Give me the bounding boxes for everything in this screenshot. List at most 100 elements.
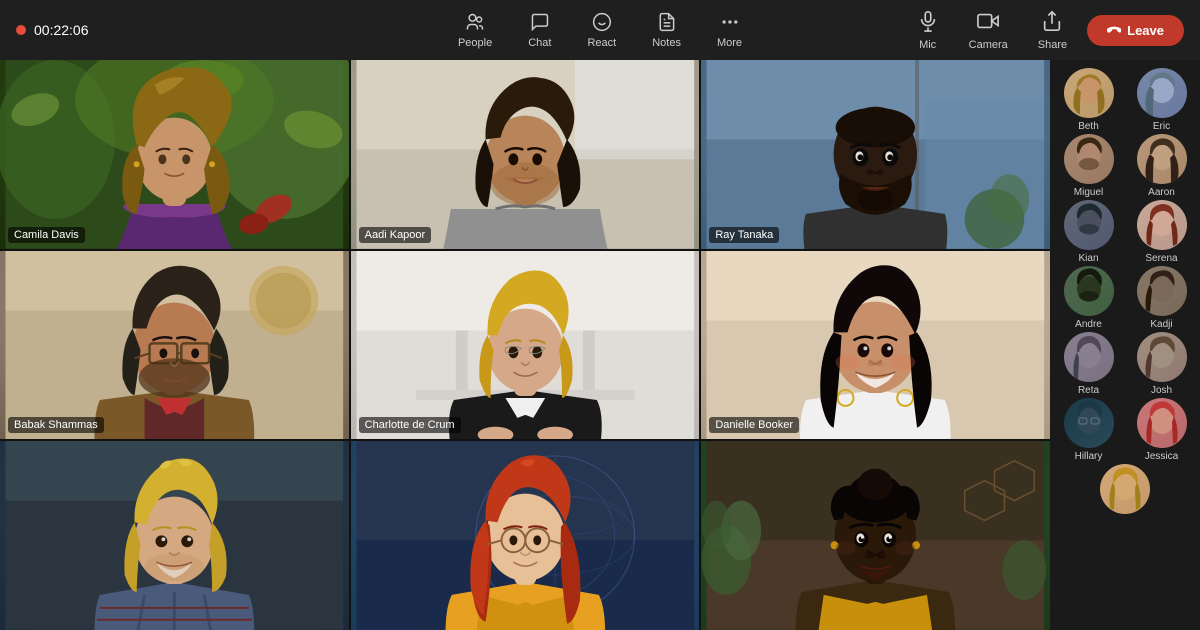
video-cell-guy[interactable] xyxy=(0,441,349,630)
sidebar-item-hillary[interactable]: Hillary xyxy=(1064,398,1114,462)
sidebar-row-2: Miguel Aaron xyxy=(1054,134,1196,198)
sidebar-item-reta[interactable]: Reta xyxy=(1064,332,1114,396)
avatar-avatar2 xyxy=(351,441,700,630)
share-icon xyxy=(1041,10,1063,37)
sidebar-row-5: Reta Josh xyxy=(1054,332,1196,396)
camera-button[interactable]: Camera xyxy=(959,4,1018,57)
more-label: More xyxy=(717,37,742,49)
sidebar-item-andre[interactable]: Andre xyxy=(1064,266,1114,330)
people-button[interactable]: People xyxy=(444,6,506,55)
avatar3-video xyxy=(701,441,1050,630)
avatar-camila xyxy=(0,60,349,249)
phone-icon xyxy=(1107,23,1121,37)
share-button[interactable]: Share xyxy=(1028,4,1077,57)
sidebar-avatar-kadji xyxy=(1137,266,1187,316)
sidebar-name-reta: Reta xyxy=(1078,385,1099,396)
sidebar-name-beth: Beth xyxy=(1078,121,1099,132)
sidebar-avatar-josh xyxy=(1137,332,1187,382)
leave-button[interactable]: Leave xyxy=(1087,15,1184,46)
video-cell-camila[interactable]: Camila Davis xyxy=(0,60,349,249)
sidebar-item-eric[interactable]: Eric xyxy=(1137,68,1187,132)
danielle-video xyxy=(701,251,1050,440)
sidebar-name-kadji: Kadji xyxy=(1150,319,1172,330)
chat-button[interactable]: Chat xyxy=(514,6,565,55)
sidebar-name-serena: Serena xyxy=(1145,253,1177,264)
react-button[interactable]: React xyxy=(573,6,630,55)
sidebar-avatar-aaron xyxy=(1137,134,1187,184)
leave-label: Leave xyxy=(1127,23,1164,38)
sidebar-item-jessica[interactable]: Jessica xyxy=(1137,398,1187,462)
sidebar-item-josh[interactable]: Josh xyxy=(1137,332,1187,396)
notes-icon xyxy=(657,12,677,35)
recording-indicator xyxy=(16,25,26,35)
chat-label: Chat xyxy=(528,37,551,49)
react-label: React xyxy=(587,37,616,49)
sidebar-avatar-andre xyxy=(1064,266,1114,316)
sidebar-avatar-kian xyxy=(1064,200,1114,250)
video-cell-danielle[interactable]: Danielle Booker xyxy=(701,251,1050,440)
avatar-ray xyxy=(701,60,1050,249)
sidebar-item-beth[interactable]: Beth xyxy=(1064,68,1114,132)
sidebar-avatar-eric xyxy=(1137,68,1187,118)
people-label: People xyxy=(458,37,492,49)
sidebar-name-kian: Kian xyxy=(1078,253,1098,264)
react-icon xyxy=(592,12,612,35)
call-timer: 00:22:06 xyxy=(34,22,89,38)
aadi-video xyxy=(351,60,700,249)
video-cell-aadi[interactable]: Aadi Kapoor xyxy=(351,60,700,249)
sidebar-name-jessica: Jessica xyxy=(1145,451,1178,462)
charlotte-video xyxy=(351,251,700,440)
sidebar-item-kadji[interactable]: Kadji xyxy=(1137,266,1187,330)
camera-icon xyxy=(977,10,999,37)
avatar2-video xyxy=(351,441,700,630)
sidebar-item-kian[interactable]: Kian xyxy=(1064,200,1114,264)
video-cell-babak[interactable]: Babak Shammas xyxy=(0,251,349,440)
sidebar-avatar-hillary xyxy=(1064,398,1114,448)
share-label: Share xyxy=(1038,39,1067,51)
camila-label: Camila Davis xyxy=(8,227,85,243)
avatar-aadi xyxy=(351,60,700,249)
sidebar-row-4: Andre Kadji xyxy=(1054,266,1196,330)
sidebar-participants: Beth Eric xyxy=(1050,60,1200,630)
people-icon xyxy=(465,12,485,35)
avatar-charlotte xyxy=(351,251,700,440)
avatar-babak xyxy=(0,251,349,440)
sidebar-item-extra[interactable] xyxy=(1100,464,1150,514)
sidebar-name-hillary: Hillary xyxy=(1075,451,1103,462)
video-cell-avatar3[interactable] xyxy=(701,441,1050,630)
babak-video xyxy=(0,251,349,440)
video-cell-charlotte[interactable]: Charlotte de Crum xyxy=(351,251,700,440)
timer-area: 00:22:06 xyxy=(16,22,89,38)
sidebar-avatar-beth xyxy=(1064,68,1114,118)
mic-label: Mic xyxy=(919,39,936,51)
avatar-danielle xyxy=(701,251,1050,440)
notes-button[interactable]: Notes xyxy=(638,6,695,55)
sidebar-row-6: Hillary Jessica xyxy=(1054,398,1196,462)
sidebar-name-miguel: Miguel xyxy=(1074,187,1103,198)
chat-icon xyxy=(530,12,550,35)
aadi-label: Aadi Kapoor xyxy=(359,227,432,243)
ray-video xyxy=(701,60,1050,249)
sidebar-name-eric: Eric xyxy=(1153,121,1170,132)
avatar-avatar3 xyxy=(701,441,1050,630)
sidebar-row-3: Kian Serena xyxy=(1054,200,1196,264)
ray-label: Ray Tanaka xyxy=(709,227,779,243)
mic-icon xyxy=(917,10,939,37)
video-cell-ray[interactable]: Ray Tanaka xyxy=(701,60,1050,249)
controls-right: Mic Camera Share Leave xyxy=(907,4,1184,57)
charlotte-label: Charlotte de Crum xyxy=(359,417,461,433)
more-button[interactable]: More xyxy=(703,6,756,55)
sidebar-name-andre: Andre xyxy=(1075,319,1102,330)
sidebar-item-serena[interactable]: Serena xyxy=(1137,200,1187,264)
sidebar-item-aaron[interactable]: Aaron xyxy=(1137,134,1187,198)
nav-center: People Chat React xyxy=(444,6,756,55)
mic-button[interactable]: Mic xyxy=(907,4,949,57)
more-icon xyxy=(720,12,740,35)
sidebar-row-7 xyxy=(1054,464,1196,514)
main-content: Camila Davis xyxy=(0,60,1200,630)
video-cell-avatar2[interactable] xyxy=(351,441,700,630)
sidebar-name-josh: Josh xyxy=(1151,385,1172,396)
sidebar-item-miguel[interactable]: Miguel xyxy=(1064,134,1114,198)
sidebar-avatar-miguel xyxy=(1064,134,1114,184)
camila-video xyxy=(0,60,349,249)
